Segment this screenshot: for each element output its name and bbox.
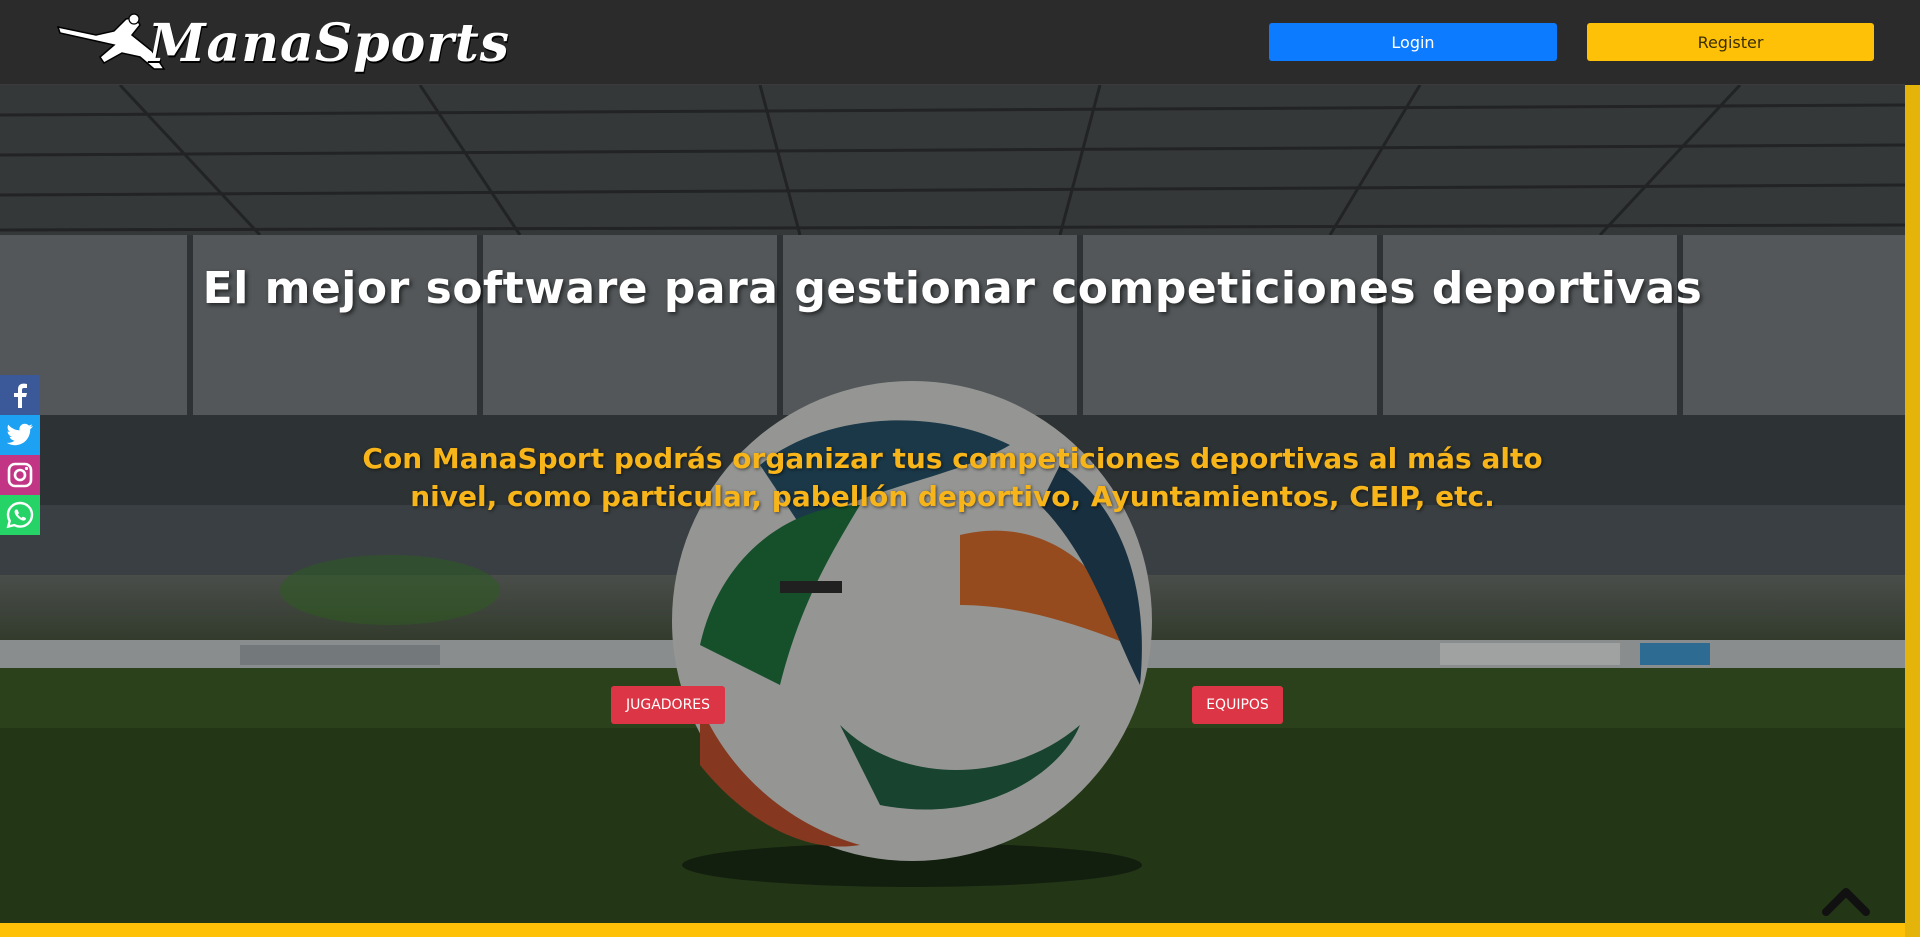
brand-name: ManaSports xyxy=(148,12,511,74)
teams-button[interactable]: EQUIPOS xyxy=(1192,686,1283,724)
instagram-icon xyxy=(7,462,33,488)
login-button[interactable]: Login xyxy=(1269,23,1557,61)
facebook-icon xyxy=(14,383,27,408)
register-button[interactable]: Register xyxy=(1587,23,1874,61)
players-button[interactable]: JUGADORES xyxy=(611,686,725,724)
instagram-link[interactable] xyxy=(0,455,40,495)
footer-accent-bar xyxy=(0,923,1905,937)
brand-logo[interactable]: ManaSports xyxy=(56,10,509,76)
page-scrollbar[interactable] xyxy=(1905,0,1920,937)
whatsapp-link[interactable] xyxy=(0,495,40,535)
hero-subtitle-line-1: Con ManaSport podrás organizar tus compe… xyxy=(362,442,1543,475)
social-sidebar xyxy=(0,375,40,535)
hero-title: El mejor software para gestionar competi… xyxy=(202,263,1703,314)
twitter-icon xyxy=(6,423,33,446)
whatsapp-icon xyxy=(6,501,34,529)
hero-subtitle-line-2: nivel, como particular, pabellón deporti… xyxy=(410,480,1495,513)
scrollbar-track-top xyxy=(1905,0,1920,85)
back-to-top-button[interactable] xyxy=(1820,882,1872,918)
chevron-up-icon xyxy=(1822,888,1870,916)
facebook-link[interactable] xyxy=(0,375,40,415)
top-navbar: ManaSports Login Register xyxy=(0,0,1905,85)
twitter-link[interactable] xyxy=(0,415,40,455)
hero-section: El mejor software para gestionar competi… xyxy=(0,85,1905,923)
hero-subtitle: Con ManaSport podrás organizar tus compe… xyxy=(330,440,1575,516)
